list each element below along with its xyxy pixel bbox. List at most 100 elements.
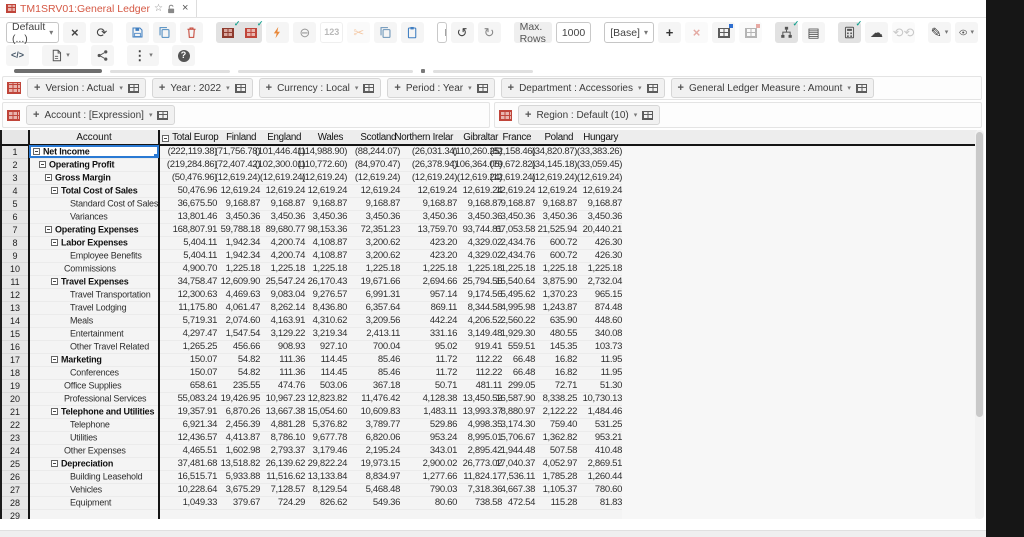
grid-cell[interactable]: 1,225.18: [400, 262, 457, 275]
row-number[interactable]: 9: [1, 249, 29, 262]
grid-cell[interactable]: 2,895.42: [457, 444, 502, 457]
favorite-star-icon[interactable]: ☆: [154, 4, 163, 14]
grid-cell[interactable]: 55,083.24: [159, 392, 217, 405]
grid-cell[interactable]: (219,284.86): [159, 158, 217, 171]
grid-cell[interactable]: 4,052.97: [535, 457, 577, 470]
grid-cell[interactable]: 10,967.23: [260, 392, 305, 405]
help-button[interactable]: ?: [172, 45, 195, 66]
grid-cell[interactable]: 8,880.97: [502, 405, 535, 418]
grid-cell[interactable]: 474.76: [260, 379, 305, 392]
grid-cell[interactable]: 780.60: [577, 483, 622, 496]
columns-dimension-chip[interactable]: + Region : Default (10) ▾: [518, 105, 660, 125]
row-number[interactable]: 14: [1, 314, 29, 327]
grid-cell[interactable]: 1,942.34: [217, 249, 260, 262]
grid-cell[interactable]: 1,277.66: [400, 470, 457, 483]
dimension-chip[interactable]: +Year : 2022▾: [152, 78, 253, 98]
grid-cell[interactable]: 26,170.43: [305, 275, 347, 288]
grid-cell[interactable]: 11,175.80: [159, 301, 217, 314]
row-number[interactable]: 29: [1, 509, 29, 519]
grid-cell[interactable]: 2,793.37: [260, 444, 305, 457]
grid-cell[interactable]: 3,450.36: [400, 210, 457, 223]
grid-cell[interactable]: 3,219.34: [305, 327, 347, 340]
grid-cell[interactable]: 12,619.24: [305, 184, 347, 197]
grid-cell[interactable]: 81.83: [577, 496, 622, 509]
grid-cell[interactable]: 115.28: [535, 496, 577, 509]
grid-cell[interactable]: 1,944.48: [502, 444, 535, 457]
grid-cell[interactable]: 7,128.57: [260, 483, 305, 496]
dimension-grid-icon[interactable]: [856, 84, 867, 93]
grid-cell[interactable]: [305, 509, 347, 519]
grid-cell[interactable]: 25,547.24: [260, 275, 305, 288]
grid-cell[interactable]: 72.71: [535, 379, 577, 392]
grid-cell[interactable]: 5,468.48: [347, 483, 400, 496]
grid-cell[interactable]: 59,788.18: [217, 223, 260, 236]
grid-cell[interactable]: 9,168.87: [502, 197, 535, 210]
row-number[interactable]: 23: [1, 431, 29, 444]
grid-cell[interactable]: 2,560.22: [502, 314, 535, 327]
grid-cell[interactable]: 1,225.18: [457, 262, 502, 275]
row-number[interactable]: 22: [1, 418, 29, 431]
account-cell[interactable]: Professional Services: [29, 392, 159, 405]
grid-cell[interactable]: 9,276.57: [305, 288, 347, 301]
find-field[interactable]: Find: [437, 22, 446, 43]
grid-cell[interactable]: 559.51: [502, 340, 535, 353]
grid-cell[interactable]: 549.36: [347, 496, 400, 509]
grid-cell[interactable]: 2,195.24: [347, 444, 400, 457]
suppress-zeros-button[interactable]: ⊖: [293, 22, 316, 43]
collapse-icon[interactable]: [51, 460, 58, 467]
add-icon[interactable]: +: [266, 82, 272, 94]
grid-cell[interactable]: 531.25: [577, 418, 622, 431]
grid-cell[interactable]: 4,329.02: [457, 236, 502, 249]
grid-cell[interactable]: 114.45: [305, 353, 347, 366]
grid-cell[interactable]: [535, 509, 577, 519]
grid-cell[interactable]: 700.04: [347, 340, 400, 353]
grid-cell[interactable]: 9,168.87: [535, 197, 577, 210]
account-cell[interactable]: Other Travel Related: [29, 340, 159, 353]
grid-cell[interactable]: (12,619.24): [347, 171, 400, 184]
grid-cell[interactable]: 2,694.66: [400, 275, 457, 288]
grid-cell[interactable]: 5,376.82: [305, 418, 347, 431]
grid-cell[interactable]: [159, 509, 217, 519]
dimension-chip[interactable]: +Currency : Local▾: [259, 78, 382, 98]
grid-cell[interactable]: 4,297.47: [159, 327, 217, 340]
redo-button[interactable]: ↻: [478, 22, 501, 43]
grid-cell[interactable]: (50,476.96): [159, 171, 217, 184]
row-number[interactable]: 12: [1, 288, 29, 301]
base-selector[interactable]: [Base] ▾: [604, 22, 654, 43]
grid-cell[interactable]: 114.45: [305, 366, 347, 379]
members-list-button[interactable]: ▤: [802, 22, 825, 43]
grid-cell[interactable]: 4,413.87: [217, 431, 260, 444]
grid-cell[interactable]: 4,995.98: [502, 301, 535, 314]
grid-cell[interactable]: 5,719.31: [159, 314, 217, 327]
grid-cell[interactable]: 13,759.70: [400, 223, 457, 236]
grid-cell[interactable]: 2,413.11: [347, 327, 400, 340]
grid-cell[interactable]: 826.62: [305, 496, 347, 509]
grid-cell[interactable]: 103.73: [577, 340, 622, 353]
grid-cell[interactable]: (12,619.24): [535, 171, 577, 184]
grid-cell[interactable]: 8,262.14: [260, 301, 305, 314]
grid-cell[interactable]: [577, 509, 622, 519]
grid-cell[interactable]: 738.58: [457, 496, 502, 509]
dimension-chip[interactable]: +General Ledger Measure : Amount▾: [671, 78, 874, 98]
grid-cell[interactable]: 1,602.98: [217, 444, 260, 457]
add-icon[interactable]: +: [394, 82, 400, 94]
grid-cell[interactable]: 1,225.18: [305, 262, 347, 275]
account-cell[interactable]: Telephone and Utilities: [29, 405, 159, 418]
grid-cell[interactable]: 16,515.71: [159, 470, 217, 483]
grid-cell[interactable]: 1,260.44: [577, 470, 622, 483]
row-number[interactable]: 19: [1, 379, 29, 392]
view-tab[interactable]: TM1SRV01:General Ledger ☆ ×: [0, 0, 197, 17]
grid-cell[interactable]: [347, 509, 400, 519]
collapse-icon[interactable]: [45, 174, 52, 181]
auto-recalc-button[interactable]: [266, 22, 289, 43]
grid-cell[interactable]: 10,730.13: [577, 392, 622, 405]
grid-cell[interactable]: 4,998.35: [457, 418, 502, 431]
grid-cell[interactable]: [502, 509, 535, 519]
grid-cell[interactable]: 874.48: [577, 301, 622, 314]
grid-cell[interactable]: 3,149.48: [457, 327, 502, 340]
grid-cell[interactable]: (110,772.60): [305, 158, 347, 171]
grid-cell[interactable]: (26,031.34): [400, 145, 457, 158]
account-cell[interactable]: Employee Benefits: [29, 249, 159, 262]
grid-cell[interactable]: 635.90: [535, 314, 577, 327]
account-cell[interactable]: Standard Cost of Sales: [29, 197, 159, 210]
